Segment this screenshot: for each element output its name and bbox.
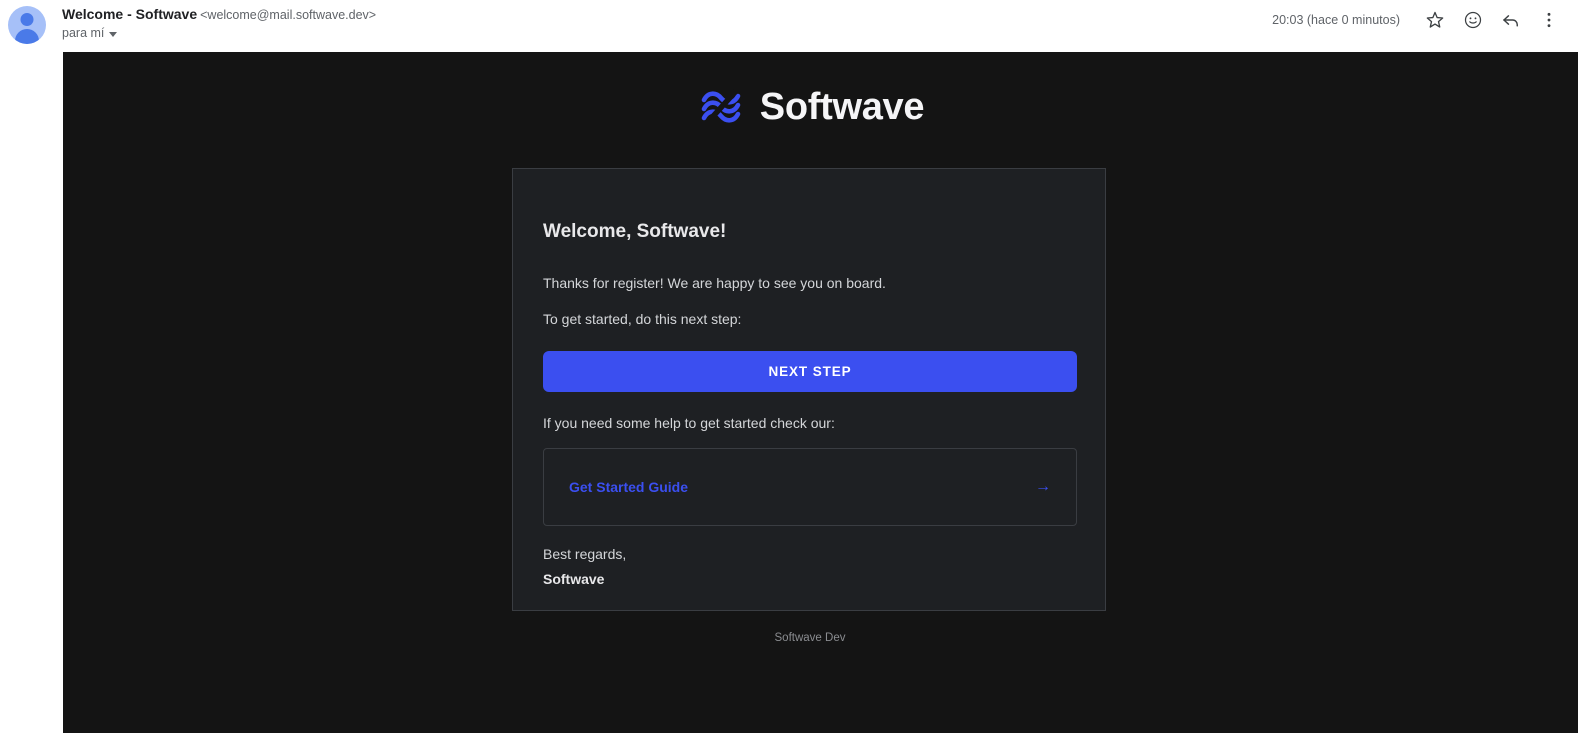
arrow-right-icon: →: [1035, 477, 1051, 495]
brand-logo: Softwave: [63, 82, 1557, 132]
sender-line: Welcome - Softwave <welcome@mail.softwave…: [62, 6, 376, 24]
signoff-text: Best regards,: [543, 545, 627, 562]
card-paragraph-1: Thanks for register! We are happy to see…: [543, 275, 886, 291]
card-title: Welcome, Softwave!: [543, 221, 727, 242]
wave-logo-icon: [701, 88, 741, 126]
emoji-icon[interactable]: [1454, 4, 1492, 36]
recipient-dropdown[interactable]: para mí: [62, 26, 118, 40]
sender-email: <welcome@mail.softwave.dev>: [200, 8, 377, 22]
email-card: Welcome, Softwave! Thanks for register! …: [512, 168, 1106, 611]
header-actions: 20:03 (hace 0 minutos): [1272, 4, 1568, 36]
get-started-guide-link[interactable]: Get Started Guide →: [543, 447, 1077, 526]
avatar-head: [20, 13, 34, 26]
help-text: If you need some help to get started che…: [543, 414, 835, 431]
email-footer: Softwave Dev: [774, 632, 846, 644]
reply-icon[interactable]: [1492, 4, 1530, 36]
guide-label: Get Started Guide: [569, 478, 689, 495]
avatar-body: [15, 29, 39, 44]
more-options-icon[interactable]: [1530, 4, 1568, 36]
next-step-button[interactable]: NEXT STEP: [543, 350, 1077, 392]
signoff-name: Softwave: [543, 570, 605, 587]
message-timestamp: 20:03 (hace 0 minutos): [1272, 13, 1400, 27]
brand-name: Softwave: [759, 85, 925, 128]
recipient-label: para mí: [62, 26, 105, 40]
chevron-down-icon: [109, 31, 118, 37]
email-card-content: Welcome, Softwave! Thanks for register! …: [513, 169, 1105, 587]
star-icon[interactable]: [1416, 4, 1454, 36]
sender-name: Welcome - Softwave: [62, 6, 198, 22]
gmail-message-view: Welcome - Softwave <welcome@mail.softwave…: [0, 0, 1578, 733]
email-body: Softwave Welcome, Softwave! Thanks for r…: [63, 52, 1578, 733]
avatar: [8, 6, 46, 44]
card-paragraph-2: To get started, do this next step:: [543, 310, 742, 327]
message-header: Welcome - Softwave <welcome@mail.softwave…: [0, 0, 1578, 52]
